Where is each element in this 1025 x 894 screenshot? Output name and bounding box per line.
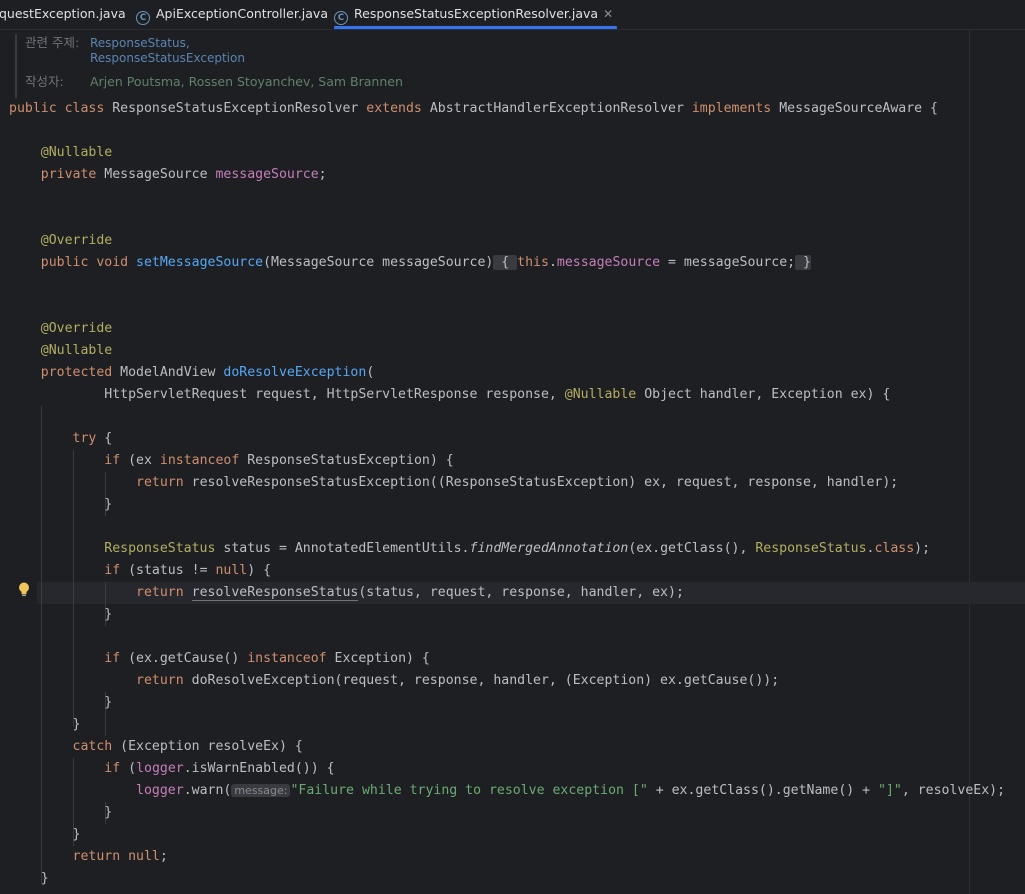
class-icon: C [334,11,348,25]
code-line: private MessageSource messageSource; [40,167,327,182]
code-line: try { [72,431,113,446]
parameter-hint: message: [231,784,291,797]
code-line: @Nullable [40,145,113,160]
code-line: logger.warn(message: "Failure while tryin… [136,783,1006,798]
code-line: if (ex instanceof ResponseStatusExceptio… [104,453,454,468]
doc-related-row: 관련 주제: ResponseStatus, [25,32,190,51]
doc-authors: Arjen Poutsma, Rossen Stoyanchev, Sam Br… [90,74,403,89]
code-line: } [104,695,113,710]
code-line: @Override [40,233,113,248]
doc-link-response-status-exception[interactable]: ResponseStatusException [90,51,245,65]
code-line: if (logger.isWarnEnabled()) { [104,761,335,776]
close-icon[interactable]: ✕ [603,7,613,21]
code-line: public class ResponseStatusExceptionReso… [9,101,938,116]
code-line-current: return resolveResponseStatus(status, req… [136,585,684,601]
code-line: } [40,871,49,886]
code-line: return doResolveException(request, respo… [136,673,780,688]
code-line: } [72,717,81,732]
tab-label: ResponseStatusExceptionResolver.java [354,6,599,21]
code-line: } [72,827,81,842]
code-line: } [104,607,113,622]
doc-link-response-status[interactable]: ResponseStatus, [90,36,190,50]
tab-label: ApiExceptionController.java [156,6,328,21]
class-icon: C [136,11,150,25]
tab-label: questException.java [0,6,126,21]
code-line: @Override [40,321,113,336]
code-line: return resolveResponseStatusException((R… [136,475,899,490]
tab-api-exception-controller[interactable]: C ApiExceptionController.java [136,0,328,29]
tab-response-status-exception-resolver[interactable]: C ResponseStatusExceptionResolver.java ✕ [334,0,618,29]
code-line: @Nullable [40,343,113,358]
code-line: } [104,497,113,512]
code-line: return null; [72,849,168,864]
code-line: if (ex.getCause() instanceof Exception) … [104,651,430,666]
doc-related-row-2: ResponseStatusException [90,50,245,65]
code-line: protected ModelAndView doResolveExceptio… [40,365,375,380]
doc-author-label: 작성자: [25,74,64,89]
code-line: catch (Exception resolveEx) { [72,739,303,754]
doc-related-label: 관련 주제: [25,35,80,50]
code-line: ResponseStatus status = AnnotatedElement… [104,541,931,556]
doc-author-row: 작성자: Arjen Poutsma, Rossen Stoyanchev, Sa… [25,71,403,90]
code-line: if (status != null) { [104,563,272,578]
code-editor[interactable]: 관련 주제: ResponseStatus, ResponseStatusExce… [0,30,1025,894]
tab-request-exception[interactable]: questException.java [0,0,126,29]
code-line: HttpServletRequest request, HttpServletR… [104,387,891,402]
code-line: public void setMessageSource(MessageSour… [40,255,811,270]
code-line: } [104,805,113,820]
doc-block-bar [15,34,17,98]
editor-tab-bar: questException.java C ApiExceptionControl… [0,0,1025,30]
